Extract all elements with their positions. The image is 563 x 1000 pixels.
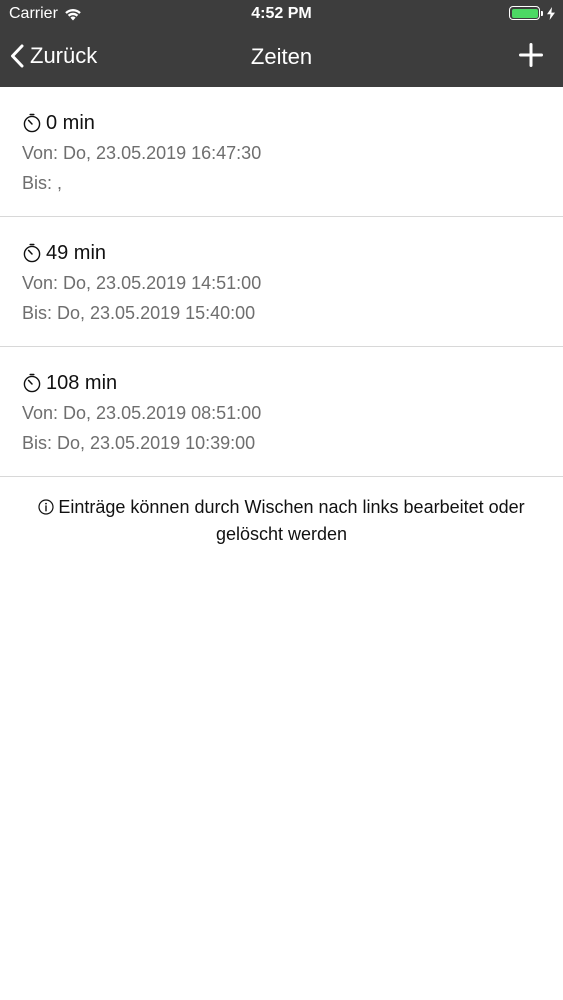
entry-end: Bis: Do, 23.05.2019 10:39:00 [22,433,256,453]
page-title: Zeiten [250,44,313,69]
status-bar: Carrier 4:52 PM [0,0,563,28]
entry-start: Von: Do, 23.05.2019 14:51:00 [22,273,262,293]
swipe-hint-text: Einträge können durch Wischen nach links… [58,497,525,544]
charging-bolt-icon [547,6,555,20]
entry-duration-row: 0 min [22,111,95,135]
entry-start: Von: Do, 23.05.2019 08:51:00 [22,403,262,423]
screen: Carrier 4:52 PM Zurück Zeiten 0 min Von:… [0,0,563,1000]
stopwatch-icon [23,243,41,263]
list-item[interactable]: 108 min Von: Do, 23.05.2019 08:51:00 Bis… [0,347,563,477]
status-time: 4:52 PM [251,5,312,22]
entry-duration: 0 min [46,112,95,134]
plus-icon[interactable] [519,43,543,67]
stopwatch-icon [23,113,41,133]
stopwatch-icon [23,373,41,393]
list-item[interactable]: 49 min Von: Do, 23.05.2019 14:51:00 Bis:… [0,217,563,347]
entry-end: Bis: , [22,173,63,193]
battery-group [509,6,555,20]
navigation-bar: Zurück Zeiten [0,28,563,87]
entry-duration: 49 min [46,242,107,264]
battery-tip [541,10,543,16]
list-item[interactable]: 0 min Von: Do, 23.05.2019 16:47:30 Bis: … [0,87,563,217]
info-icon [38,499,54,515]
entry-duration-row: 49 min [22,241,106,265]
battery-level [511,8,538,18]
entry-end: Bis: Do, 23.05.2019 15:40:00 [22,303,256,323]
swipe-hint: Einträge können durch Wischen nach links… [10,494,553,548]
entry-duration: 108 min [46,372,118,394]
entry-start: Von: Do, 23.05.2019 16:47:30 [22,143,262,163]
entry-duration-row: 108 min [22,371,117,395]
top-bar: Carrier 4:52 PM Zurück Zeiten [0,0,563,87]
battery-icon [509,6,540,20]
entries-list: 0 min Von: Do, 23.05.2019 16:47:30 Bis: … [0,87,563,477]
